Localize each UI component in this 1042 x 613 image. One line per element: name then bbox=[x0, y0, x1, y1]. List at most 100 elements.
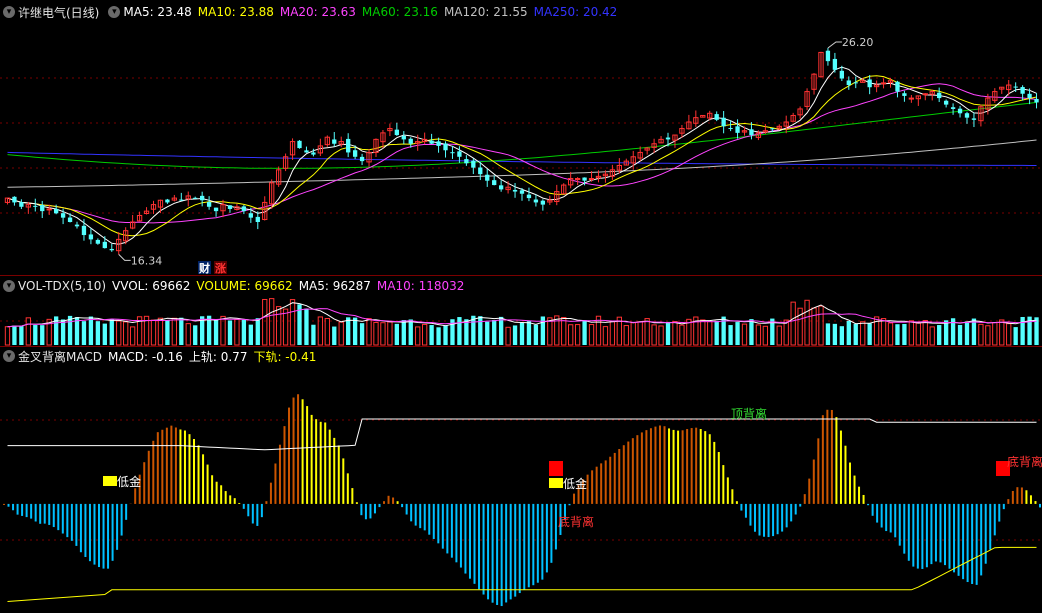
macd-bar bbox=[455, 503, 458, 563]
volume-bar-up bbox=[574, 324, 581, 346]
candle-body-down bbox=[937, 92, 942, 99]
macd-bar bbox=[649, 428, 652, 504]
volume-bar-down bbox=[464, 319, 469, 345]
macd-bar bbox=[735, 501, 738, 504]
macd-bar bbox=[193, 438, 196, 504]
candle-body-up bbox=[922, 93, 928, 96]
candle-body-down bbox=[832, 58, 838, 70]
volume-bar-up bbox=[366, 318, 372, 346]
volume-bar-up bbox=[707, 321, 713, 346]
macd-bar bbox=[98, 503, 101, 568]
macd-bar bbox=[446, 503, 449, 554]
candle-body-down bbox=[492, 180, 497, 186]
macd-bar bbox=[93, 503, 96, 565]
macd-bar bbox=[414, 503, 417, 526]
macd-bar bbox=[536, 503, 539, 583]
volume-bar-up bbox=[762, 325, 769, 346]
macd-bar bbox=[980, 503, 983, 576]
candle-body-down bbox=[165, 199, 170, 203]
macd-bar bbox=[21, 503, 24, 516]
volume-bar-up bbox=[380, 322, 386, 346]
macd-bar bbox=[482, 503, 485, 595]
high-price-label: 26.20 bbox=[842, 36, 874, 49]
candle-body-down bbox=[839, 70, 844, 79]
macd-bar bbox=[668, 428, 671, 504]
macd-bar bbox=[79, 503, 82, 553]
macd-bar bbox=[907, 503, 910, 561]
candle-body-down bbox=[81, 225, 87, 236]
macd-bar bbox=[57, 503, 60, 531]
macd-bar bbox=[473, 503, 476, 584]
volume-bar-down bbox=[512, 325, 518, 345]
candle-body-down bbox=[950, 107, 956, 109]
candle-body-down bbox=[346, 138, 351, 153]
candle-body-down bbox=[213, 207, 219, 212]
macd-bar bbox=[609, 456, 612, 504]
volume-bar-up bbox=[1006, 323, 1012, 346]
macd-bar bbox=[387, 495, 390, 504]
volume-bar-up bbox=[387, 321, 393, 346]
volume-bar-down bbox=[498, 316, 504, 345]
volume-bar-down bbox=[359, 323, 365, 345]
volume-bar-up bbox=[908, 320, 915, 346]
macd-bar bbox=[953, 503, 956, 573]
macd-bar bbox=[500, 503, 503, 607]
macd-bar bbox=[364, 503, 367, 520]
candle-body-down bbox=[206, 202, 212, 207]
macd-bar bbox=[532, 503, 535, 586]
macd-bar bbox=[541, 503, 544, 580]
volume-bar-up bbox=[658, 325, 664, 346]
macd-bar bbox=[211, 475, 214, 504]
macd-bar bbox=[658, 425, 661, 504]
macd-bar bbox=[1029, 495, 1032, 504]
macd-bar bbox=[862, 494, 865, 504]
candle-body-down bbox=[540, 200, 546, 205]
volume-bar-up bbox=[609, 321, 616, 346]
dijin-label-2: 低金 bbox=[563, 476, 587, 491]
volume-bar-up bbox=[275, 306, 282, 346]
macd-bar bbox=[998, 503, 1001, 522]
macd-bar bbox=[301, 399, 304, 504]
volume-bar-down bbox=[964, 321, 970, 345]
chart-canvas[interactable]: 26.2016.34财 涨低金 低金底背离顶背离底背离 bbox=[0, 0, 1042, 613]
macd-bar bbox=[509, 503, 512, 600]
volume-bar-down bbox=[902, 323, 907, 345]
volume-bar-down bbox=[248, 324, 253, 345]
macd-bar bbox=[224, 491, 227, 504]
volume-bar-up bbox=[783, 319, 789, 346]
volume-bar-up bbox=[554, 315, 560, 346]
volume-bar-down bbox=[40, 325, 45, 345]
candle-body-down bbox=[436, 141, 441, 146]
dingbeili-label: 顶背离 bbox=[731, 406, 767, 421]
macd-bar bbox=[428, 503, 431, 535]
macd-bar bbox=[600, 463, 603, 504]
candle-body-down bbox=[429, 140, 434, 144]
candle-body-down bbox=[825, 50, 831, 62]
volume-bar-up bbox=[602, 326, 609, 346]
macd-bar bbox=[925, 503, 928, 568]
volume-bar-up bbox=[123, 321, 129, 346]
volume-bar-up bbox=[651, 324, 657, 346]
macd-bar bbox=[152, 440, 155, 504]
macd-bar bbox=[478, 503, 481, 590]
macd-bar bbox=[111, 503, 114, 561]
macd-bar bbox=[934, 503, 937, 562]
macd-bar bbox=[527, 503, 530, 588]
volume-bar-down bbox=[665, 321, 671, 345]
candle-body-up bbox=[880, 82, 887, 85]
macd-bar bbox=[419, 503, 422, 529]
candle-body-down bbox=[19, 202, 24, 207]
volume-bar-down bbox=[255, 318, 260, 345]
low-marker-arrow bbox=[118, 254, 131, 261]
macd-bar bbox=[165, 427, 168, 504]
macd-bar bbox=[604, 460, 607, 504]
macd-bar bbox=[16, 503, 19, 515]
volume-bar-up bbox=[880, 318, 887, 346]
candle-body-down bbox=[401, 135, 406, 140]
macd-bar bbox=[962, 503, 965, 580]
ma120-line bbox=[7, 139, 1037, 188]
macd-bar bbox=[292, 397, 295, 504]
volume-bar-down bbox=[937, 325, 942, 345]
candle-body-down bbox=[443, 143, 448, 151]
macd-bar bbox=[12, 503, 15, 511]
